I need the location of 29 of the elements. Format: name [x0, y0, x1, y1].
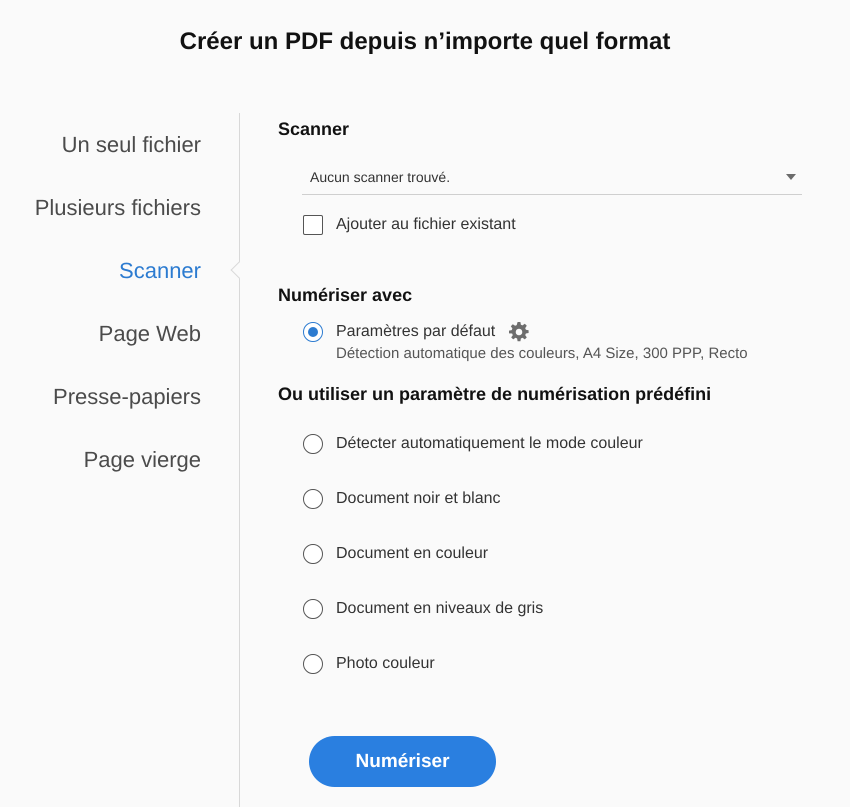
radio-button[interactable]	[303, 544, 323, 564]
caret-icon	[786, 174, 796, 180]
checkbox[interactable]	[303, 215, 323, 235]
sidebar-item[interactable]: Un seul fichier	[62, 130, 201, 158]
settings-icon[interactable]	[509, 322, 530, 342]
sidebar-item[interactable]: Scanner	[119, 256, 201, 284]
sidebar-item[interactable]: Page Web	[98, 320, 201, 348]
scan-button[interactable]: Numériser	[309, 736, 496, 787]
section-heading: Ou utiliser un paramètre de numérisation prédéfini	[278, 383, 712, 406]
option-description: Détection automatique des couleurs, A4 Size, 300 PPP, Recto	[336, 344, 749, 364]
radio-label: Document en couleur	[336, 544, 488, 562]
radio-label: Document en niveaux de gris	[336, 600, 544, 618]
scanner-dropdown[interactable]: Aucun scanner trouvé.	[302, 159, 802, 195]
sidebar-item[interactable]: Presse-papiers	[53, 382, 201, 410]
radio-button[interactable]	[303, 322, 323, 342]
section-heading: Scanner	[278, 118, 350, 141]
radio-button[interactable]	[303, 488, 323, 508]
radio-button[interactable]	[303, 654, 323, 674]
radio-label: Document noir et blanc	[336, 490, 501, 508]
radio-label: Détecter automatiquement le mode couleur	[336, 434, 643, 452]
section-heading: Numériser avec	[278, 284, 414, 307]
sidebar-item[interactable]: Page vierge	[84, 446, 201, 474]
radio-button[interactable]	[303, 434, 323, 454]
radio-label: Photo couleur	[336, 654, 435, 672]
checkbox-label: Ajouter au fichier existant	[336, 216, 516, 234]
dialog-title: Créer un PDF depuis n’importe quel format	[178, 27, 672, 57]
sidebar-item[interactable]: Plusieurs fichiers	[34, 194, 201, 222]
radio-button[interactable]	[303, 598, 323, 618]
radio-label: Paramètres par défaut	[336, 323, 496, 341]
